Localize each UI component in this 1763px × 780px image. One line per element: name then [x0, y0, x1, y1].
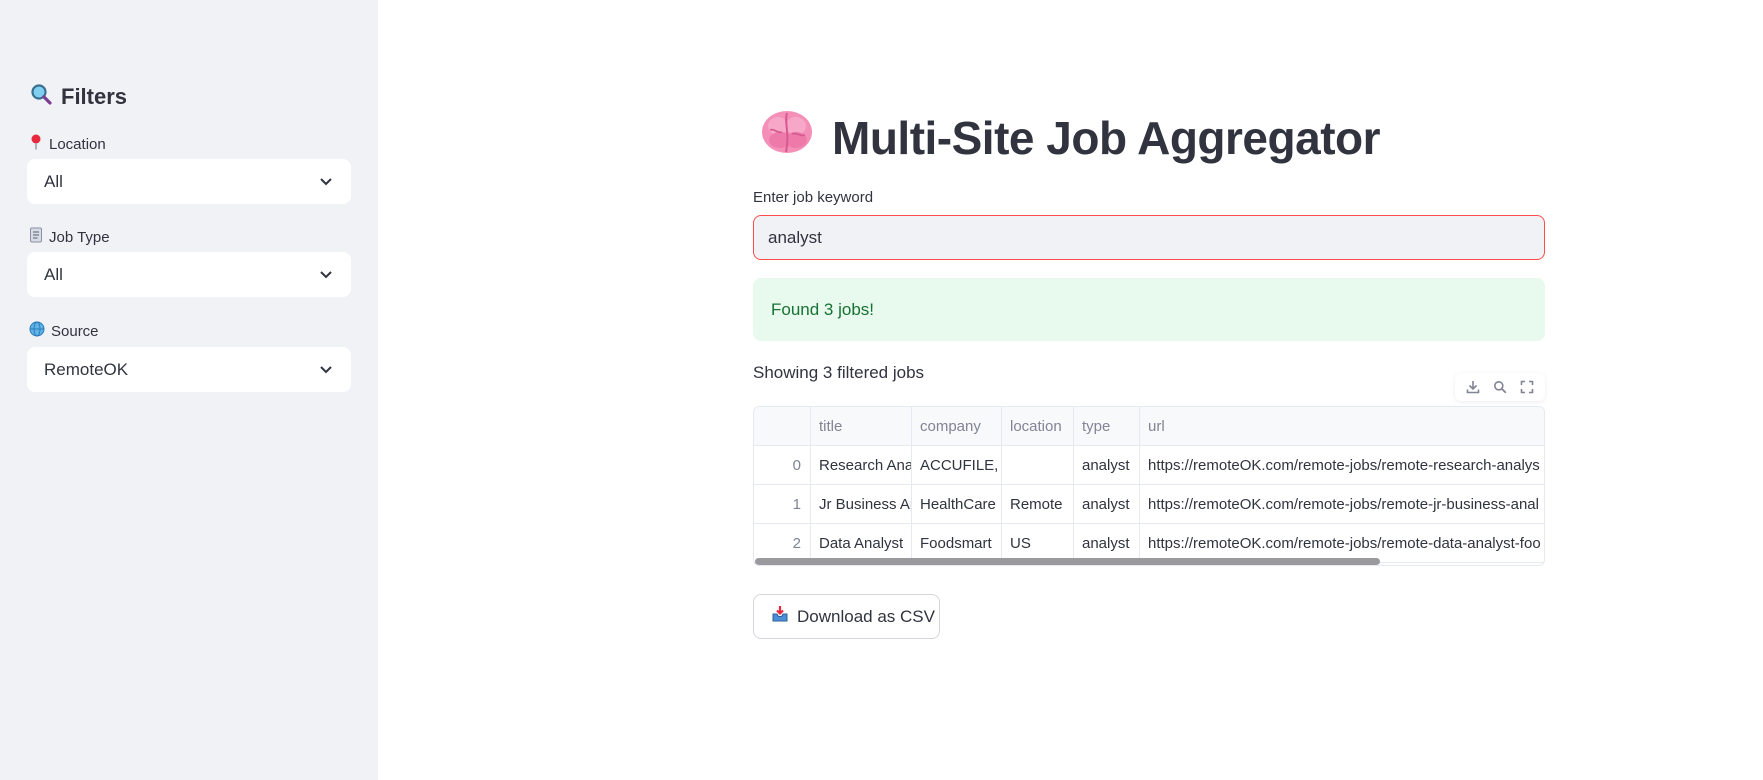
cell-type[interactable]: analyst: [1074, 446, 1140, 484]
globe-icon: [29, 321, 45, 341]
cell-company[interactable]: ACCUFILE, IN: [912, 446, 1002, 484]
cell-title[interactable]: Jr Business An: [811, 485, 912, 523]
column-header-index[interactable]: [754, 407, 811, 445]
magnifier-icon: [29, 82, 53, 112]
chevron-down-icon: [319, 175, 333, 189]
column-header-url[interactable]: url: [1140, 407, 1544, 445]
job-type-select-value: All: [44, 264, 63, 284]
keyword-label: Enter job keyword: [753, 189, 874, 206]
cell-company[interactable]: HealthCare: [912, 485, 1002, 523]
cell-company[interactable]: Foodsmart: [912, 524, 1002, 562]
row-index: 2: [754, 524, 811, 562]
search-icon[interactable]: [1489, 376, 1511, 398]
table-toolbar: [1455, 373, 1545, 401]
chevron-down-icon: [319, 363, 333, 377]
horizontal-scrollbar[interactable]: [755, 558, 1380, 565]
job-type-label: Job Type: [29, 227, 110, 247]
keyword-input[interactable]: [753, 215, 1545, 260]
location-select-value: All: [44, 171, 63, 191]
source-label-text: Source: [51, 322, 99, 340]
inbox-tray-icon: [771, 605, 789, 628]
filters-title: Filters: [61, 84, 128, 109]
chevron-down-icon: [319, 268, 333, 282]
download-csv-button[interactable]: Download as CSV: [753, 594, 940, 639]
column-header-company[interactable]: company: [912, 407, 1002, 445]
download-icon[interactable]: [1462, 376, 1484, 398]
page-title-text: Multi-Site Job Aggregator: [832, 111, 1381, 164]
row-index: 0: [754, 446, 811, 484]
cell-location[interactable]: US: [1002, 524, 1074, 562]
column-header-title[interactable]: title: [811, 407, 912, 445]
brain-icon: [760, 108, 814, 167]
document-icon: [29, 227, 43, 247]
cell-url[interactable]: https://remoteOK.com/remote-jobs/remote-…: [1140, 524, 1544, 562]
column-header-type[interactable]: type: [1074, 407, 1140, 445]
cell-url[interactable]: https://remoteOK.com/remote-jobs/remote-…: [1140, 446, 1544, 484]
location-label: Location: [29, 134, 106, 154]
job-type-label-text: Job Type: [49, 228, 110, 246]
source-select[interactable]: RemoteOK: [27, 347, 351, 392]
pin-icon: [29, 134, 43, 154]
cell-url[interactable]: https://remoteOK.com/remote-jobs/remote-…: [1140, 485, 1544, 523]
table-row: 0 Research Anal ACCUFILE, IN analyst htt…: [754, 446, 1544, 485]
cell-type[interactable]: analyst: [1074, 485, 1140, 523]
table-row: 1 Jr Business An HealthCare Remote analy…: [754, 485, 1544, 524]
job-type-select[interactable]: All: [27, 252, 351, 297]
row-index: 1: [754, 485, 811, 523]
results-count-text: Showing 3 filtered jobs: [753, 363, 925, 382]
page-title: Multi-Site Job Aggregator: [760, 108, 1381, 167]
cell-title[interactable]: Research Anal: [811, 446, 912, 484]
location-select[interactable]: All: [27, 159, 351, 204]
jobs-table: title company location type url 0 Resear…: [753, 406, 1545, 566]
cell-location[interactable]: Remote: [1002, 485, 1074, 523]
filters-heading: Filters: [29, 82, 127, 112]
cell-title[interactable]: Data Analyst: [811, 524, 912, 562]
fullscreen-icon[interactable]: [1516, 376, 1538, 398]
source-select-value: RemoteOK: [44, 359, 129, 379]
sidebar: Filters Location All Job Type All Source…: [0, 0, 378, 780]
cell-location[interactable]: [1002, 446, 1074, 484]
source-label: Source: [29, 321, 99, 341]
column-header-location[interactable]: location: [1002, 407, 1074, 445]
location-label-text: Location: [49, 135, 106, 153]
success-alert: Found 3 jobs!: [753, 278, 1545, 341]
download-csv-label: Download as CSV: [797, 606, 935, 626]
table-header-row: title company location type url: [754, 407, 1544, 446]
cell-type[interactable]: analyst: [1074, 524, 1140, 562]
